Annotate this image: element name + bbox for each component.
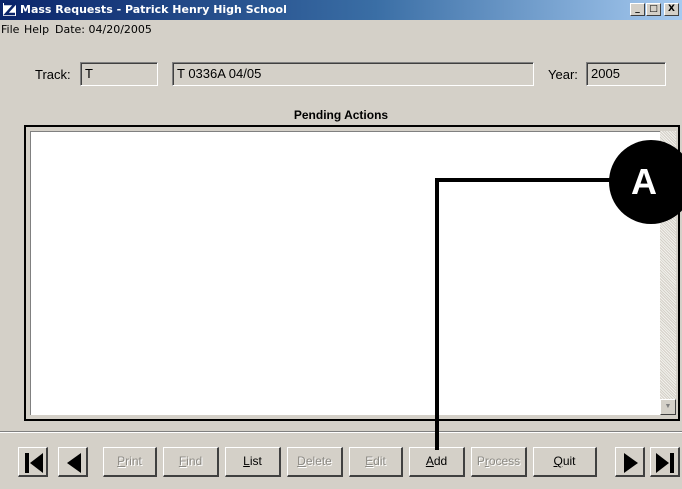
add-label-accel: A	[425, 454, 434, 468]
first-record-button[interactable]	[18, 447, 48, 477]
menu-bar: File Help Date: 04/20/2005	[0, 20, 682, 39]
process-button[interactable]: Process	[471, 447, 527, 477]
next-record-icon	[624, 453, 638, 473]
list-label-accel: L	[243, 454, 250, 468]
scroll-down-button[interactable]: ▼	[660, 399, 676, 415]
delete-label-accel: D	[297, 454, 306, 468]
edit-label-post: dit	[373, 454, 386, 468]
print-label-post: rint	[125, 454, 142, 468]
list-button[interactable]: List	[225, 447, 281, 477]
maximize-button[interactable]: □	[646, 3, 661, 16]
menu-file[interactable]: File	[1, 23, 19, 36]
track-field[interactable]: T	[80, 62, 158, 86]
pending-actions-area[interactable]	[30, 131, 660, 415]
delete-button[interactable]: Delete	[287, 447, 343, 477]
year-field[interactable]: 2005	[586, 62, 666, 86]
callout-line-horizontal	[435, 178, 615, 182]
add-label-post: dd	[433, 454, 448, 468]
last-record-button[interactable]	[650, 447, 680, 477]
find-button[interactable]: Find	[163, 447, 219, 477]
edit-button[interactable]: Edit	[349, 447, 403, 477]
callout-line-vertical	[435, 178, 439, 450]
pending-actions-title: Pending Actions	[293, 108, 389, 122]
close-button[interactable]: X	[664, 3, 679, 16]
list-label-post: ist	[249, 454, 262, 468]
process-label-pre: P	[476, 454, 485, 468]
year-label: Year:	[548, 67, 578, 82]
find-label-post: ind	[186, 454, 203, 468]
current-date: Date: 04/20/2005	[55, 23, 152, 36]
delete-label-post: elete	[305, 454, 332, 468]
previous-record-button[interactable]	[58, 447, 88, 477]
pending-actions-list: ▼	[24, 125, 680, 421]
mass-requests-window: Mass Requests - Patrick Henry High Schoo…	[0, 0, 682, 489]
process-label-post: ocess	[488, 454, 521, 468]
next-record-button[interactable]	[615, 447, 645, 477]
previous-record-icon	[67, 453, 81, 473]
track-description-field[interactable]: T 0336A 04/05	[172, 62, 534, 86]
print-button[interactable]: Print	[103, 447, 157, 477]
toolbar-divider	[0, 431, 682, 433]
edit-label-accel: E	[365, 454, 374, 468]
first-record-icon	[25, 453, 43, 473]
last-record-icon	[656, 453, 674, 473]
window-title: Mass Requests - Patrick Henry High Schoo…	[20, 3, 287, 16]
quit-button[interactable]: Quit	[533, 447, 597, 477]
menu-help[interactable]: Help	[24, 23, 49, 36]
minimize-button[interactable]: _	[630, 3, 645, 16]
quit-label-post: uit	[562, 454, 576, 468]
quit-label-accel: Q	[553, 454, 563, 468]
add-button[interactable]: Add	[409, 447, 465, 477]
title-bar[interactable]: Mass Requests - Patrick Henry High Schoo…	[0, 0, 682, 20]
app-icon	[2, 2, 17, 17]
track-label: Track:	[35, 67, 71, 82]
print-label-accel: P	[117, 454, 126, 468]
